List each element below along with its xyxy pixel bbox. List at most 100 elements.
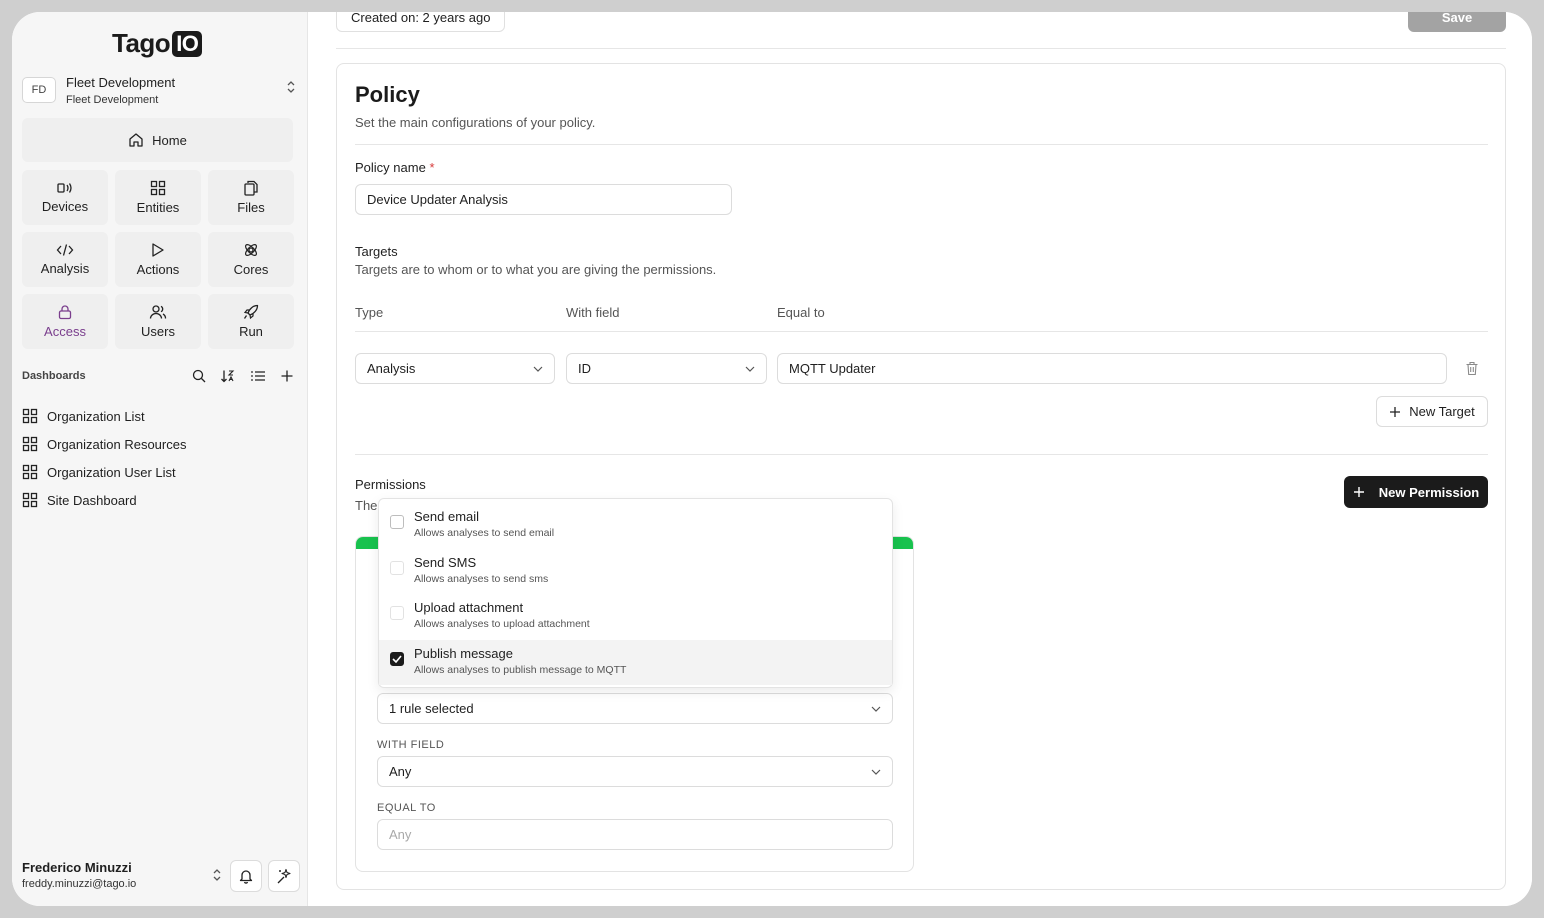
home-button[interactable]: Home xyxy=(22,118,293,162)
required-mark: * xyxy=(429,160,435,175)
tile-label: Cores xyxy=(233,262,269,277)
files-icon xyxy=(244,180,258,196)
sparkles-icon xyxy=(277,868,291,884)
tile-cores[interactable]: Cores xyxy=(208,232,294,287)
page-title: Policy xyxy=(355,82,420,107)
rule-option-desc: Allows analyses to publish message to MQ… xyxy=(414,663,627,676)
with-field-label: WITH FIELD xyxy=(377,739,445,751)
col-header-field: With field xyxy=(566,305,620,320)
dashboard-icon xyxy=(22,408,38,424)
divider xyxy=(336,48,1506,49)
code-icon xyxy=(56,244,74,256)
entities-icon xyxy=(150,180,166,196)
target-type-select[interactable]: Analysis xyxy=(355,353,555,384)
permission-field-select[interactable]: Any xyxy=(377,756,893,787)
tile-label: Devices xyxy=(41,199,89,214)
plus-icon xyxy=(1390,406,1401,417)
notifications-button[interactable] xyxy=(230,860,262,892)
target-equal-input[interactable]: MQTT Updater xyxy=(777,353,1447,384)
sort-icon[interactable] xyxy=(220,369,236,383)
tile-access[interactable]: Access xyxy=(22,294,108,349)
targets-title: Targets xyxy=(355,244,398,259)
tile-run[interactable]: Run xyxy=(208,294,294,349)
sidebar: Tago IO FD Fleet Development Fleet Develo… xyxy=(12,12,308,906)
rule-option-title: Send SMS xyxy=(414,554,477,570)
tago-logo[interactable]: Tago IO xyxy=(112,28,203,59)
checkbox[interactable] xyxy=(390,560,404,575)
checkbox[interactable] xyxy=(390,606,404,620)
tile-label: Analysis xyxy=(40,261,90,276)
chevron-updown-icon[interactable] xyxy=(212,868,222,885)
home-icon xyxy=(129,133,143,147)
plus-icon[interactable] xyxy=(280,369,294,383)
new-target-button[interactable]: New Target xyxy=(1376,396,1488,427)
target-type-value: Analysis xyxy=(367,361,416,376)
tile-label: Entities xyxy=(136,200,180,215)
bell-icon xyxy=(239,870,253,884)
org-subtitle: Fleet Development xyxy=(66,93,159,106)
user-menu: Frederico Minuzzi freddy.minuzzi@tago.io xyxy=(22,860,302,900)
target-field-select[interactable]: ID xyxy=(566,353,767,384)
rules-select-value: 1 rule selected xyxy=(389,701,474,716)
tile-label: Access xyxy=(44,324,86,339)
permission-field-value: Any xyxy=(389,764,412,779)
dashboard-item[interactable]: Organization List xyxy=(22,402,186,430)
permissions-subtitle: The xyxy=(355,498,378,513)
check-icon xyxy=(392,654,402,663)
new-permission-label: New Permission xyxy=(1378,484,1480,500)
dashboard-list: Organization List Organization Resources… xyxy=(22,402,186,514)
policy-name-label-text: Policy name xyxy=(355,160,426,175)
ai-assistant-button[interactable] xyxy=(268,860,300,892)
policy-name-input[interactable]: Device Updater Analysis xyxy=(355,184,732,215)
cores-icon xyxy=(245,244,257,256)
organization-switcher[interactable]: FD Fleet Development Fleet Development xyxy=(22,72,296,108)
dashboards-header: Dashboards xyxy=(22,368,294,384)
tile-users[interactable]: Users xyxy=(115,294,201,349)
rule-option-upload-attachment[interactable]: Upload attachment Allows analyses to upl… xyxy=(379,594,892,640)
home-label: Home xyxy=(152,132,187,148)
dashboard-item[interactable]: Organization User List xyxy=(22,458,186,486)
dashboard-item[interactable]: Organization Resources xyxy=(22,430,186,458)
dashboard-item-label: Organization List xyxy=(47,408,145,424)
rule-option-desc: Allows analyses to send sms xyxy=(414,572,549,585)
tile-label: Actions xyxy=(136,262,180,277)
permission-equal-input[interactable]: Any xyxy=(377,819,893,850)
rule-option-title: Send email xyxy=(414,509,480,524)
tile-actions[interactable]: Actions xyxy=(115,232,201,287)
permissions-title: Permissions xyxy=(355,477,426,492)
app-window: Tago IO FD Fleet Development Fleet Develo… xyxy=(12,12,1532,906)
tile-devices[interactable]: Devices xyxy=(22,170,108,225)
divider xyxy=(355,331,1488,332)
delete-target-button[interactable] xyxy=(1465,361,1479,381)
checkbox-checked[interactable] xyxy=(390,651,404,666)
lock-icon xyxy=(58,305,72,320)
dashboard-item[interactable]: Site Dashboard xyxy=(22,486,186,514)
logo-text: Tago xyxy=(112,28,171,58)
tile-files[interactable]: Files xyxy=(208,170,294,225)
tile-entities[interactable]: Entities xyxy=(115,170,201,225)
tile-analysis[interactable]: Analysis xyxy=(22,232,108,287)
new-permission-button[interactable]: New Permission xyxy=(1344,476,1488,508)
policy-card: Policy Set the main configurations of yo… xyxy=(336,63,1506,890)
divider xyxy=(355,144,1488,145)
list-icon[interactable] xyxy=(250,369,266,383)
rule-option-title: Upload attachment xyxy=(414,600,524,615)
rule-option-send-email[interactable]: Send email Allows analyses to send email xyxy=(379,503,892,549)
rule-option-publish-message[interactable]: Publish message Allows analyses to publi… xyxy=(379,639,892,685)
dashboard-icon xyxy=(22,436,38,452)
chevron-down-icon xyxy=(871,769,881,775)
checkbox[interactable] xyxy=(390,515,404,529)
dashboards-title: Dashboards xyxy=(22,370,86,382)
save-button[interactable]: Save xyxy=(1408,12,1506,32)
chevron-down-icon xyxy=(745,366,755,372)
col-header-equal: Equal to xyxy=(777,305,825,320)
col-header-type: Type xyxy=(355,305,384,320)
dashboard-item-label: Organization Resources xyxy=(47,436,187,452)
target-field-value: ID xyxy=(578,361,591,376)
main-content: Created on: 2 years ago Save Policy Set … xyxy=(308,12,1532,906)
search-icon[interactable] xyxy=(192,369,206,383)
rule-option-send-sms[interactable]: Send SMS Allows analyses to send sms xyxy=(379,549,892,595)
rule-option-desc: Allows analyses to upload attachment xyxy=(414,618,590,630)
chevron-down-icon xyxy=(871,706,881,712)
rules-select[interactable]: 1 rule selected xyxy=(377,693,893,724)
